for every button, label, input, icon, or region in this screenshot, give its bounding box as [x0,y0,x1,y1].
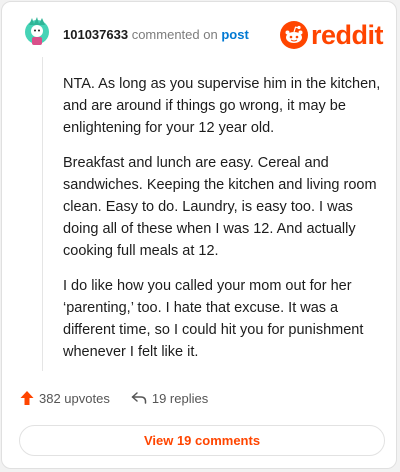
reddit-logo[interactable]: reddit [280,20,384,50]
commented-on-text: commented on [131,27,218,42]
comment-header: 101037633 commented on post [63,27,249,43]
thread-line[interactable] [42,57,43,371]
replies-button[interactable]: 19 replies [131,391,208,406]
comment-paragraph: Breakfast and lunch are easy. Cereal and… [63,155,377,259]
reply-arrow-icon [131,392,147,404]
reddit-wordmark: reddit [311,20,384,50]
comment-paragraph: NTA. As long as you supervise him in the… [63,76,381,136]
upvote-button[interactable]: 382 upvotes [20,390,110,406]
upvote-count: 382 upvotes [39,390,110,406]
comment-actions: 382 upvotes 19 replies [20,390,208,406]
username-link[interactable]: 101037633 [63,27,128,42]
user-avatar-icon[interactable] [21,15,53,47]
upvote-arrow-icon [20,391,34,405]
reddit-snoo-icon [280,21,308,49]
view-comments-button[interactable]: View 19 comments [19,425,385,456]
reply-count: 19 replies [151,390,209,406]
comment-body: NTA. As long as you supervise him in the… [63,73,389,376]
comment-card: 101037633 commented on post reddit NTA. … [1,1,397,469]
comment-paragraph: I do like how you called your mom out fo… [63,278,364,360]
post-link[interactable]: post [221,27,248,42]
